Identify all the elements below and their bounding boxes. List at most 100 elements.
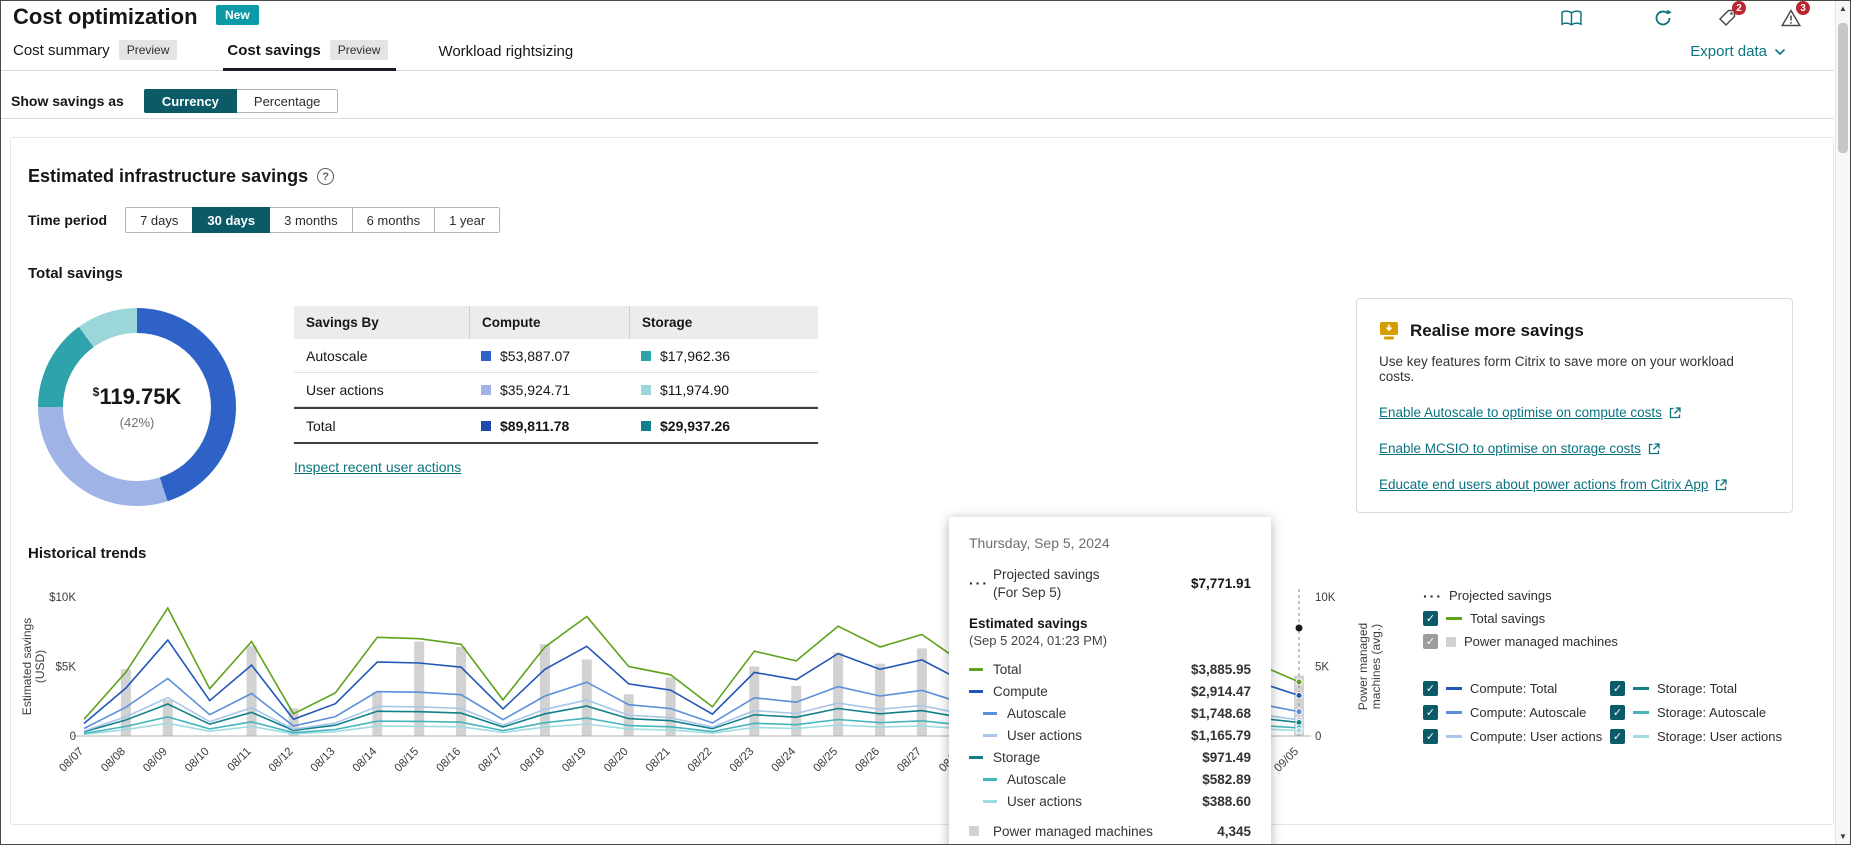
checkbox-storage-autoscale[interactable]: ✓ [1610,705,1625,720]
tab-cost-savings[interactable]: Cost savings Preview [225,33,390,70]
svg-text:09/05: 09/05 [1272,746,1301,775]
checkbox-compute-autoscale[interactable]: ✓ [1423,705,1438,720]
row-value: $1,165.79 [1191,728,1251,743]
chevron-down-icon [1774,48,1786,56]
series-swatch [1633,735,1649,738]
tooltip-row-power-managed: Power managed machines 4,345 [969,820,1251,842]
compute-autoscale-value: $53,887.07 [500,348,570,364]
storage-total-swatch [641,421,651,431]
donut-center: $119.75K (42%) [63,333,211,481]
scroll-up-arrow-icon[interactable]: ▲ [1836,1,1850,16]
alert-count-badge: 3 [1796,1,1810,15]
checkbox-compute-total[interactable]: ✓ [1423,681,1438,696]
historical-trends-title: Historical trends [28,545,146,562]
tooltip-row-compute-user: User actions $1,165.79 [969,724,1251,746]
legend-storage-total[interactable]: ✓ Storage: Total [1610,677,1823,700]
svg-text:08/16: 08/16 [434,746,463,775]
checkbox-total-savings[interactable]: ✓ [1423,611,1438,626]
tooltip-row-total: Total $3,885.95 [969,658,1251,680]
table-row-autoscale: Autoscale $53,887.07 $17,962.36 [294,339,818,373]
tooltip-row-storage-autoscale: Autoscale $582.89 [969,768,1251,790]
row-label: User actions [1007,728,1191,743]
series-swatch [1446,711,1462,714]
tab-label: Cost summary [13,42,110,59]
svg-text:08/18: 08/18 [518,746,547,775]
donut-amount: 119.75K [99,384,181,409]
series-swatch [1446,735,1462,738]
row-label: Compute [993,684,1191,699]
refresh-icon[interactable] [1652,8,1674,28]
tab-bar: Cost summary Preview Cost savings Previe… [1,40,1834,71]
table-row-total: Total $89,811.78 $29,937.26 [294,407,818,444]
legend-label: Compute: Autoscale [1470,705,1586,720]
section-title: Estimated infrastructure savings [28,166,308,187]
tab-cost-summary[interactable]: Cost summary Preview [11,33,179,70]
series-swatch [1446,687,1462,690]
time-period-30-days[interactable]: 30 days [192,207,270,233]
checkbox-power-managed[interactable]: ✓ [1423,634,1438,649]
checkbox-storage-total[interactable]: ✓ [1610,681,1625,696]
donut-percentage: (42%) [120,415,155,430]
currency-toggle-button[interactable]: Currency [144,89,237,113]
row-value: $1,748.68 [1191,706,1251,721]
legend-total-savings[interactable]: ✓ Total savings [1423,607,1823,630]
scroll-down-arrow-icon[interactable]: ▼ [1836,829,1850,844]
compute-user-swatch [481,385,491,395]
tooltip-row-compute-autoscale: Autoscale $1,748.68 [969,702,1251,724]
enable-mcsio-link[interactable]: Enable MCSIO to optimise on storage cost… [1379,441,1770,456]
show-savings-row: Show savings as Currency Percentage [1,84,1834,119]
svg-text:08/11: 08/11 [225,746,253,774]
dotted-line-icon: ··· [969,575,989,591]
series-swatch [969,756,983,759]
checkbox-storage-user-actions[interactable]: ✓ [1610,729,1625,744]
svg-text:0: 0 [70,731,76,743]
time-period-6-months[interactable]: 6 months [352,207,435,233]
time-period-label: Time period [28,212,107,228]
educate-end-users-link[interactable]: Educate end users about power actions fr… [1379,477,1770,492]
enable-autoscale-link[interactable]: Enable Autoscale to optimise on compute … [1379,405,1770,420]
documentation-icon[interactable] [1560,8,1582,28]
compute-total-swatch [481,421,491,431]
checkbox-compute-user-actions[interactable]: ✓ [1423,729,1438,744]
time-period-1-year[interactable]: 1 year [434,207,500,233]
help-icon[interactable]: ? [317,168,334,185]
legend-projected-savings: ··· Projected savings [1423,584,1823,607]
time-period-3-months[interactable]: 3 months [269,207,352,233]
tab-workload-rightsizing[interactable]: Workload rightsizing [436,36,575,70]
svg-text:08/15: 08/15 [392,746,421,775]
legend-label: Storage: User actions [1657,729,1782,744]
legend-storage-user-actions[interactable]: ✓ Storage: User actions [1610,725,1823,748]
alerts-icon[interactable]: 3 [1780,8,1802,28]
legend-label: Projected savings [1449,588,1552,603]
legend-power-managed[interactable]: ✓ Power managed machines [1423,630,1823,653]
svg-text:08/07: 08/07 [57,746,86,775]
percentage-toggle-button[interactable]: Percentage [236,89,339,113]
series-swatch [983,712,997,715]
row-label: Power managed machines [993,824,1217,839]
svg-text:08/14: 08/14 [351,745,380,774]
legend-compute-user-actions[interactable]: ✓ Compute: User actions [1423,725,1610,748]
row-value: $388.60 [1202,794,1251,809]
vertical-scrollbar[interactable]: ▲ ▼ [1835,1,1850,844]
total-savings-swatch [1446,617,1462,620]
svg-text:08/09: 08/09 [141,746,170,775]
legend-compute-total[interactable]: ✓ Compute: Total [1423,677,1610,700]
row-value: $582.89 [1202,772,1251,787]
svg-text:08/08: 08/08 [99,746,128,775]
legend-storage-autoscale[interactable]: ✓ Storage: Autoscale [1610,701,1823,724]
svg-text:08/19: 08/19 [560,746,589,775]
tags-icon[interactable]: 2 [1716,8,1738,28]
header-icons: 2 3 [1560,8,1802,28]
svg-text:Power managedmachines (avg.): Power managedmachines (avg.) [1356,623,1383,710]
legend-compute-autoscale[interactable]: ✓ Compute: Autoscale [1423,701,1610,724]
show-savings-label: Show savings as [11,93,124,109]
time-period-7-days[interactable]: 7 days [125,207,193,233]
tag-count-badge: 2 [1732,1,1746,15]
row-value: $971.49 [1202,750,1251,765]
tab-label: Workload rightsizing [438,43,573,60]
scrollbar-thumb[interactable] [1838,23,1848,153]
link-label: Enable Autoscale to optimise on compute … [1379,405,1662,420]
donut-chart[interactable]: $119.75K (42%) [38,308,236,506]
export-data-button[interactable]: Export data [1690,43,1786,70]
inspect-user-actions-link[interactable]: Inspect recent user actions [294,459,461,475]
